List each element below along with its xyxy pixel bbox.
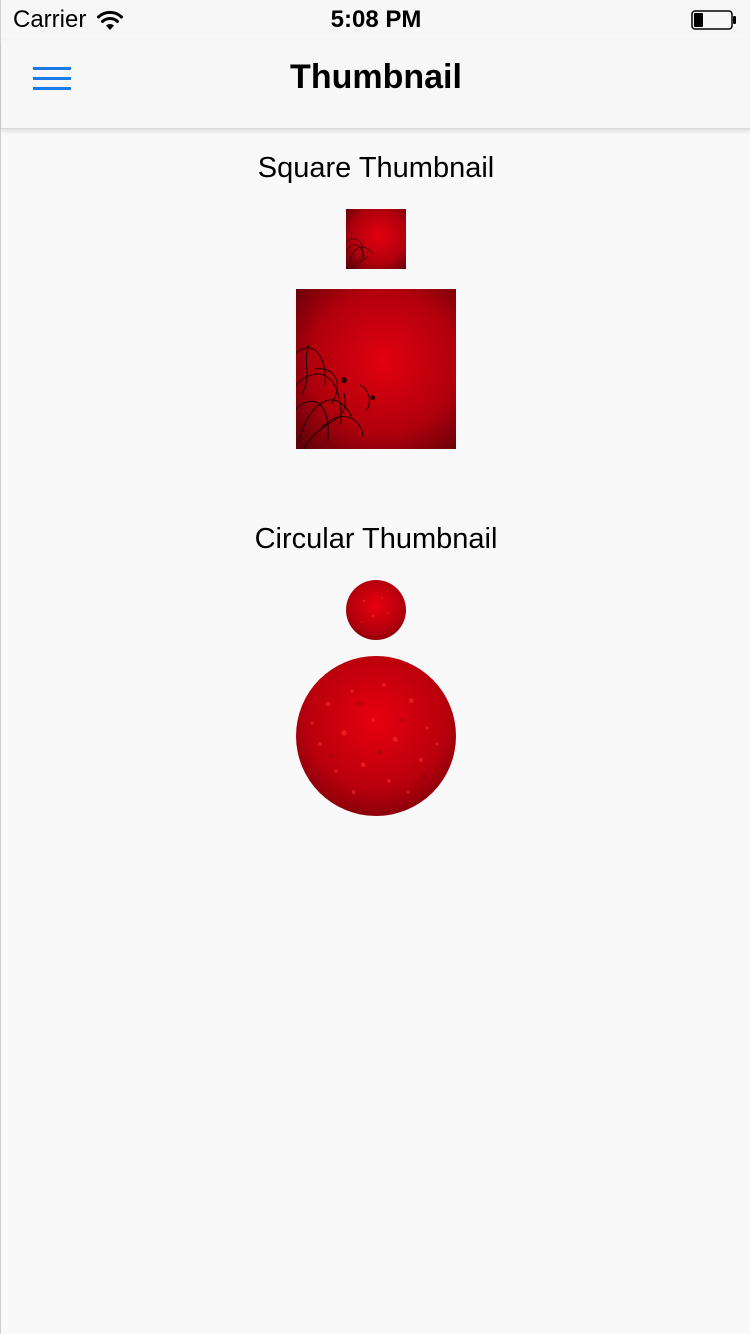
page-title: Thumbnail (290, 58, 462, 96)
square-thumbnail-small[interactable] (346, 209, 406, 269)
sparkle-red-image (346, 580, 406, 640)
floral-red-image (346, 209, 406, 269)
circular-thumbnail-small[interactable] (346, 580, 406, 640)
status-bar: Carrier 5:08 PM (1, 0, 750, 40)
circular-thumbnail-heading: Circular Thumbnail (254, 523, 498, 555)
square-thumbnail-heading: Square Thumbnail (257, 152, 495, 184)
sparkle-red-image (296, 656, 456, 816)
navigation-bar: Thumbnail (1, 40, 750, 129)
floral-red-image (296, 289, 456, 449)
status-time: 5:08 PM (330, 6, 422, 33)
circular-thumbnail-large[interactable] (296, 656, 456, 816)
app-screen: Carrier 5:08 PM Thumbnail Square Thumbna… (0, 0, 750, 1334)
square-thumbnail-large[interactable] (296, 289, 456, 449)
battery-icon (691, 10, 736, 30)
